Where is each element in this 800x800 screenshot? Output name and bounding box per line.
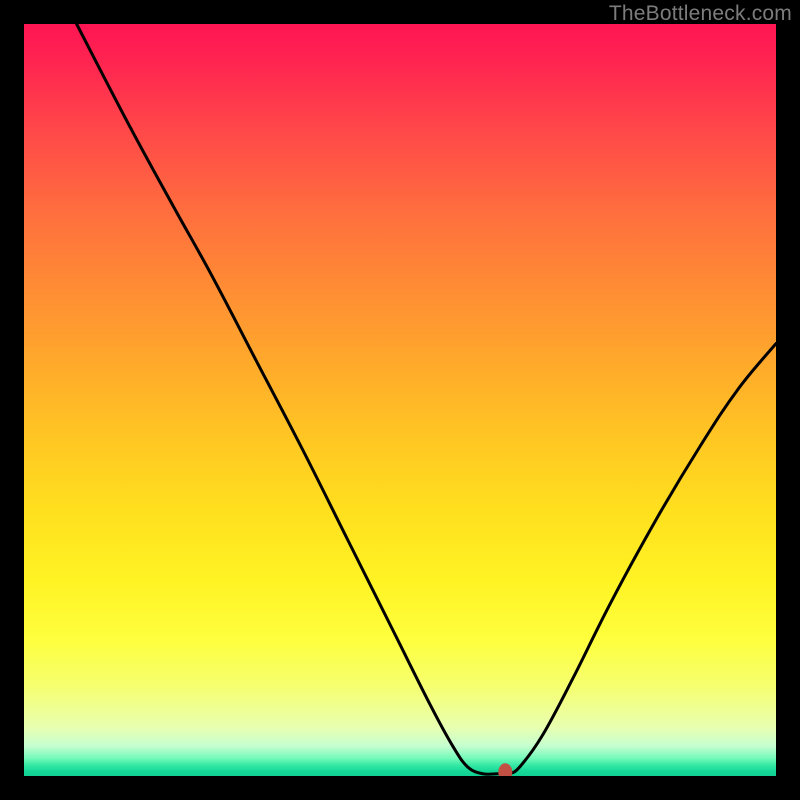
curve-layer [24,24,776,776]
chart-frame: TheBottleneck.com [0,0,800,800]
bottleneck-curve [77,24,776,774]
plot-area [24,24,776,776]
watermark-text: TheBottleneck.com [609,2,792,26]
optimal-point-marker [498,763,512,776]
